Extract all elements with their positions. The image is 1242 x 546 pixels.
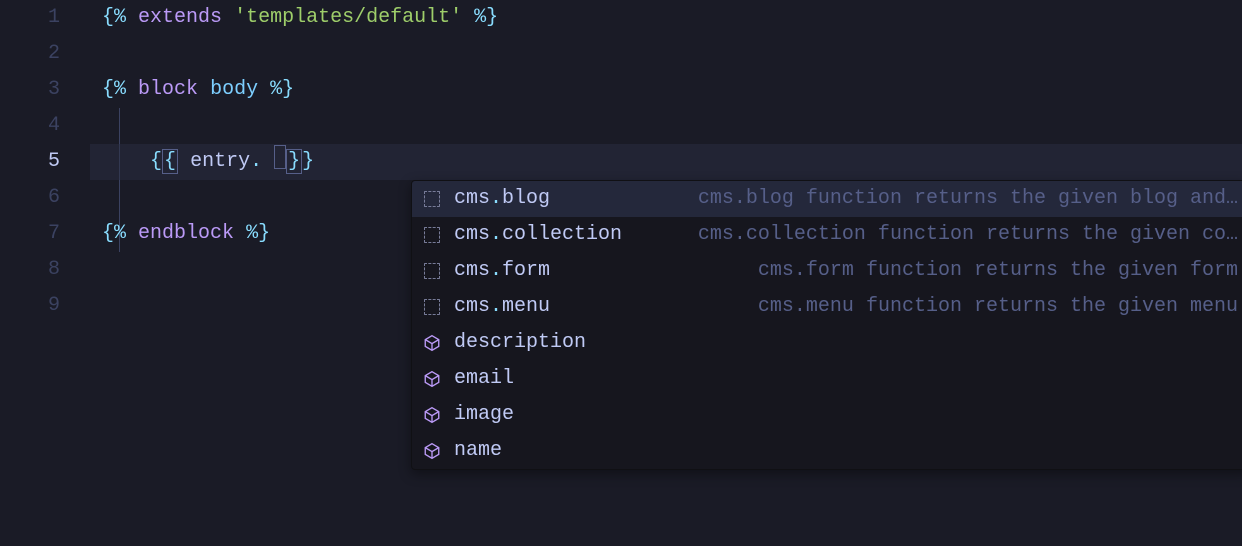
twig-keyword: block	[138, 78, 198, 101]
snippet-icon	[422, 225, 442, 245]
twig-delimiter: {%	[102, 78, 126, 101]
code-content[interactable]: {% extends 'templates/default' %} {% blo…	[90, 0, 1242, 546]
text-cursor	[274, 145, 286, 169]
line-number: 6	[0, 180, 60, 216]
suggestion-description: cms.blog function returns the given blog…	[678, 181, 1238, 217]
code-line[interactable]: {% block body %}	[90, 72, 1242, 108]
suggestion-item[interactable]: cms.menu cms.menu function returns the gi…	[412, 289, 1242, 325]
twig-delimiter: %}	[246, 222, 270, 245]
code-line-empty[interactable]	[90, 36, 1242, 72]
suggestion-description: cms.form function returns the given form	[738, 253, 1238, 289]
field-icon	[422, 405, 442, 425]
field-icon	[422, 441, 442, 461]
snippet-icon	[422, 297, 442, 317]
code-editor[interactable]: 1 2 3 4 5 6 7 8 9 {% extends 'templates/…	[0, 0, 1242, 546]
suggestion-label: cms.collection	[454, 217, 622, 253]
twig-variable: entry	[190, 150, 250, 173]
suggestion-label: description	[454, 325, 586, 361]
suggestion-item[interactable]: cms.form cms.form function returns the gi…	[412, 253, 1242, 289]
code-line[interactable]: {% extends 'templates/default' %}	[90, 0, 1242, 36]
suggestion-item[interactable]: cms.blog cms.blog function returns the gi…	[412, 181, 1242, 217]
twig-string: 'templates/default'	[234, 6, 462, 29]
snippet-icon	[422, 189, 442, 209]
twig-delimiter: %}	[270, 78, 294, 101]
twig-delimiter: {%	[102, 222, 126, 245]
suggestion-label: name	[454, 433, 502, 469]
line-number: 9	[0, 288, 60, 324]
line-number-gutter: 1 2 3 4 5 6 7 8 9	[0, 0, 90, 546]
twig-output-open: {{	[150, 149, 178, 174]
twig-delimiter: %}	[474, 6, 498, 29]
suggestion-item[interactable]: email	[412, 361, 1242, 397]
suggestion-item[interactable]: name	[412, 433, 1242, 469]
line-number: 1	[0, 0, 60, 36]
line-number: 8	[0, 252, 60, 288]
line-number-active: 5	[0, 144, 60, 180]
field-icon	[422, 333, 442, 353]
suggestion-description: cms.collection function returns the give…	[678, 217, 1238, 253]
suggestion-item[interactable]: description	[412, 325, 1242, 361]
suggestion-label: cms.form	[454, 253, 550, 289]
suggestion-label: email	[454, 361, 514, 397]
twig-keyword: endblock	[138, 222, 234, 245]
dot-operator: .	[250, 150, 262, 173]
field-icon	[422, 369, 442, 389]
line-number: 4	[0, 108, 60, 144]
twig-output-close: }}	[286, 149, 314, 174]
line-number: 7	[0, 216, 60, 252]
suggestion-label: cms.menu	[454, 289, 550, 325]
autocomplete-popup[interactable]: cms.blog cms.blog function returns the gi…	[411, 180, 1242, 470]
suggestion-description: cms.menu function returns the given menu	[738, 289, 1238, 325]
twig-keyword: extends	[138, 6, 222, 29]
suggestion-label: image	[454, 397, 514, 433]
line-number: 3	[0, 72, 60, 108]
suggestion-item[interactable]: cms.collection cms.collection function re…	[412, 217, 1242, 253]
twig-identifier: body	[210, 78, 258, 101]
snippet-icon	[422, 261, 442, 281]
code-line-active[interactable]: {{ entry. }}	[90, 144, 1242, 180]
code-line-empty[interactable]	[90, 108, 1242, 144]
twig-delimiter: {%	[102, 6, 126, 29]
suggestion-item[interactable]: image	[412, 397, 1242, 433]
line-number: 2	[0, 36, 60, 72]
suggestion-label: cms.blog	[454, 181, 550, 217]
